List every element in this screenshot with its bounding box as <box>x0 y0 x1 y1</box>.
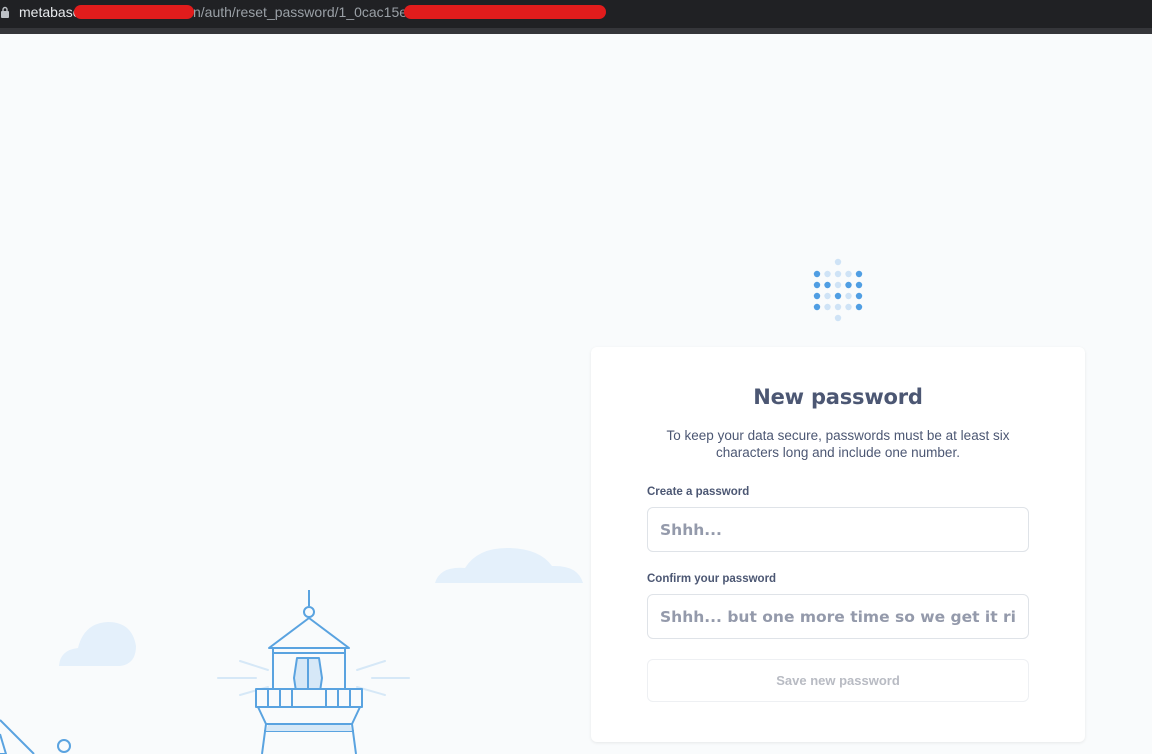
reset-password-card: New password To keep your data secure, p… <box>591 347 1085 742</box>
browser-address-bar[interactable]: metabase n/auth/reset_password/1_0cac15e… <box>0 0 1152 28</box>
url-path: n/auth/reset_password/1_0cac15e0 <box>193 4 415 20</box>
lock-icon <box>1 6 9 18</box>
url-host: metabase <box>19 4 81 20</box>
metabase-logo <box>813 258 863 322</box>
password-label: Create a password <box>647 486 750 498</box>
redaction-mark <box>404 5 606 19</box>
cloud-icon <box>59 547 583 666</box>
confirm-password-label: Confirm your password <box>647 573 777 585</box>
page-title: New password <box>753 385 923 409</box>
redaction-mark <box>74 5 194 19</box>
save-new-password-button[interactable]: Save new password <box>647 659 1029 702</box>
password-requirements-text: To keep your data secure, passwords must… <box>666 428 1010 460</box>
browser-toolbar-divider <box>0 28 1152 34</box>
password-field[interactable] <box>647 507 1029 552</box>
confirm-password-field[interactable] <box>647 594 1029 639</box>
